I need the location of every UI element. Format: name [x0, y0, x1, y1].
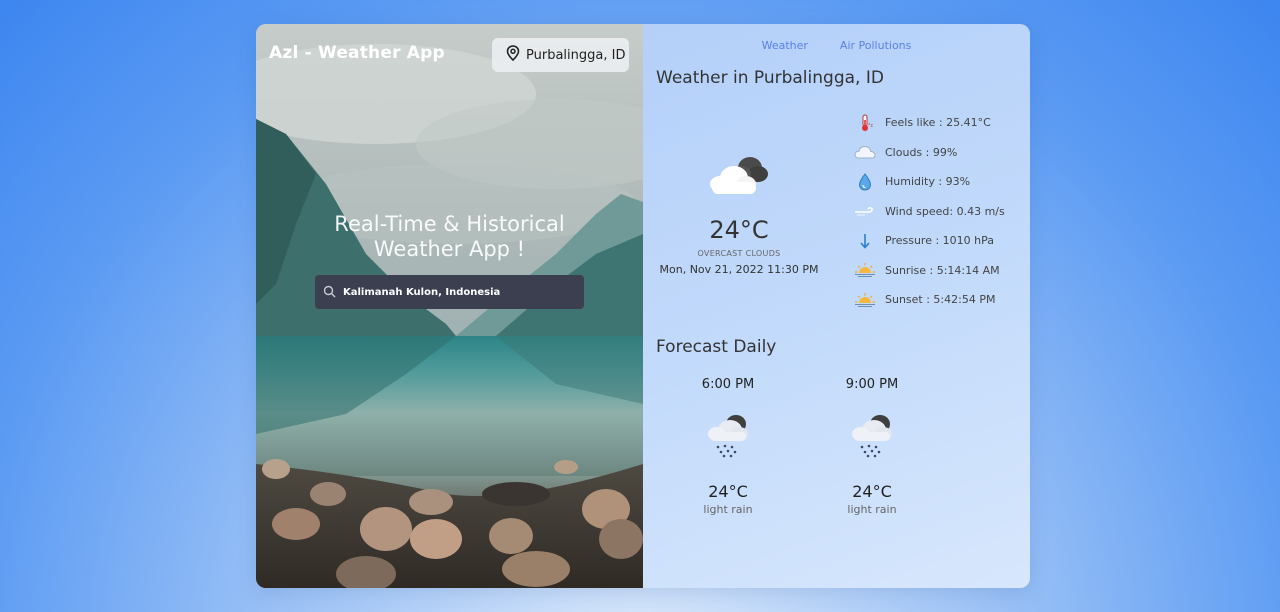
rain-cloud-icon — [683, 410, 773, 466]
forecast-title: Forecast Daily — [656, 337, 777, 357]
stat-sunrise: Sunrise : 5:14:14 AM — [854, 256, 1005, 286]
sunrise-icon — [854, 259, 876, 281]
overcast-clouds-icon — [704, 152, 770, 202]
stat-pressure: Pressure : 1010 hPa — [854, 226, 1005, 256]
location-pill[interactable]: Purbalingga, ID — [492, 38, 629, 72]
hero-line-2: Weather App ! — [373, 237, 526, 261]
tab-weather[interactable]: Weather — [762, 39, 808, 52]
droplet-icon — [854, 171, 876, 193]
current-description: OVERCAST CLOUDS — [697, 249, 781, 258]
weather-stats-list: °c Feels like : 25.41°C Clouds : 99% Hum… — [854, 108, 1005, 315]
stat-wind-speed: Wind speed: 0.43 m/s — [854, 197, 1005, 227]
stat-humidity: Humidity : 93% — [854, 167, 1005, 197]
stat-feels-like: °c Feels like : 25.41°C — [854, 108, 1005, 138]
search-icon — [323, 283, 336, 302]
weather-panel: Weather Air Pollutions Weather in Purbal… — [643, 24, 1030, 588]
stat-sunrise-label: Sunrise : 5:14:14 AM — [885, 263, 1000, 277]
current-weather-title: Weather in Purbalingga, ID — [656, 68, 884, 88]
stat-clouds-label: Clouds : 99% — [885, 145, 958, 159]
map-pin-icon — [506, 45, 520, 65]
stat-sunset-label: Sunset : 5:42:54 PM — [885, 293, 996, 307]
forecast-item: 6:00 PM 24°C light rain — [683, 377, 773, 516]
hero-line-1: Real-Time & Historical — [334, 212, 565, 236]
forecast-time: 6:00 PM — [701, 377, 755, 392]
thermometer-icon: °c — [854, 112, 876, 134]
forecast-desc: light rain — [703, 503, 753, 516]
tab-bar: Weather Air Pollutions — [643, 39, 1030, 52]
stat-wind-speed-label: Wind speed: 0.43 m/s — [885, 204, 1005, 218]
forecast-temp: 24°C — [852, 482, 892, 501]
stat-clouds: Clouds : 99% — [854, 138, 1005, 168]
sunset-icon — [854, 289, 876, 311]
arrow-down-icon — [854, 230, 876, 252]
stat-pressure-label: Pressure : 1010 hPa — [885, 234, 995, 248]
stat-feels-like-label: Feels like : 25.41°C — [885, 116, 991, 130]
current-temperature: 24°C — [709, 216, 769, 244]
location-pill-label: Purbalingga, ID — [526, 47, 626, 63]
current-datetime: Mon, Nov 21, 2022 11:30 PM — [659, 263, 819, 276]
hero-panel: Azl - Weather App Purbalingga, ID Real-T… — [256, 24, 643, 588]
cloud-icon — [854, 141, 876, 163]
stat-humidity-label: Humidity : 93% — [885, 175, 971, 189]
forecast-temp: 24°C — [708, 482, 748, 501]
rain-cloud-icon — [827, 410, 917, 466]
search-box[interactable] — [315, 275, 584, 309]
weather-card: Azl - Weather App Purbalingga, ID Real-T… — [256, 24, 1030, 588]
forecast-desc: light rain — [847, 503, 897, 516]
forecast-item: 9:00 PM 24°C light rain — [827, 377, 917, 516]
tab-air-pollutions[interactable]: Air Pollutions — [840, 39, 911, 52]
svg-text:°c: °c — [868, 123, 873, 129]
wind-icon — [854, 200, 876, 222]
app-brand: Azl - Weather App — [269, 43, 445, 63]
forecast-time: 9:00 PM — [845, 377, 899, 392]
stat-sunset: Sunset : 5:42:54 PM — [854, 285, 1005, 315]
hero-heading: Real-Time & Historical Weather App ! — [256, 212, 643, 262]
search-input[interactable] — [343, 286, 573, 298]
